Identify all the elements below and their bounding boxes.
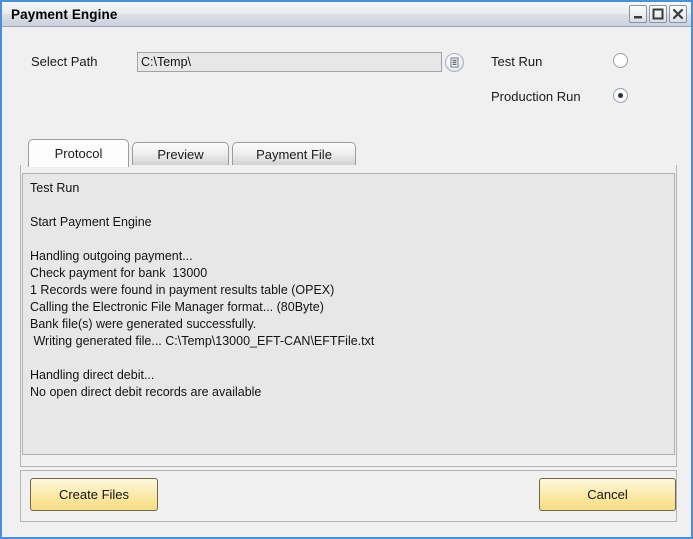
maximize-button[interactable] [649,5,667,23]
minimize-button[interactable] [629,5,647,23]
select-path-label: Select Path [31,54,98,69]
close-button[interactable] [669,5,687,23]
window-controls [629,5,687,23]
payment-engine-window: Payment Engine Select Path C:\Temp\ Test… [0,0,693,539]
production-run-label: Production Run [491,89,581,104]
log-line: Handling direct debit... [30,368,155,382]
minimize-icon [634,16,642,19]
test-run-label: Test Run [491,54,543,69]
tab-strip: Protocol Preview Payment File [20,139,677,167]
path-input[interactable] [137,52,442,72]
tab-preview[interactable]: Preview [132,142,229,166]
create-files-button[interactable]: Create Files [30,478,158,511]
log-line: Check payment for bank 13000 [30,266,208,280]
radio-production-run[interactable] [613,88,628,103]
log-line: No open direct debit records are availab… [30,385,262,399]
tab-protocol[interactable]: Protocol [28,139,129,167]
radio-test-run[interactable] [613,53,628,68]
list-lines-icon [450,57,459,68]
log-line: Writing generated file... C:\Temp\13000_… [30,334,375,348]
log-line: Bank file(s) were generated successfully… [30,317,257,331]
title-bar: Payment Engine [2,2,691,27]
log-line: Test Run [30,181,80,195]
protocol-log[interactable]: Test Run Start Payment Engine Handling o… [22,173,675,455]
log-line: Calling the Electronic File Manager form… [30,300,324,314]
maximize-icon [652,8,664,20]
log-line: Handling outgoing payment... [30,249,193,263]
cancel-button[interactable]: Cancel [539,478,676,511]
tab-payment-file[interactable]: Payment File [232,142,356,166]
window-title: Payment Engine [11,6,118,22]
radio-selected-dot [618,93,623,98]
close-icon [672,8,684,20]
browse-path-button[interactable] [445,53,464,72]
log-line: Start Payment Engine [30,215,152,229]
log-line: 1 Records were found in payment results … [30,283,335,297]
